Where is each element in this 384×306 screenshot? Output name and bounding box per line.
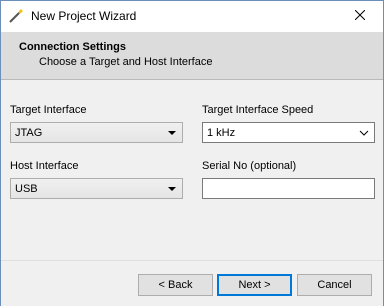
title-bar: New Project Wizard — [1, 1, 383, 32]
wand-icon — [8, 8, 24, 24]
header-title: Connection Settings — [19, 41, 126, 53]
header-subtitle: Choose a Target and Host Interface — [39, 56, 213, 68]
target-interface-value: JTAG — [15, 127, 43, 139]
close-icon — [354, 9, 366, 23]
host-interface-label: Host Interface — [10, 160, 79, 172]
dropdown-arrow-icon — [168, 187, 176, 191]
dropdown-arrow-icon — [168, 131, 176, 135]
window-title: New Project Wizard — [31, 9, 137, 23]
host-interface-value: USB — [15, 183, 38, 195]
host-interface-select[interactable]: USB — [10, 178, 183, 199]
cancel-button[interactable]: Cancel — [297, 274, 372, 296]
serial-no-label: Serial No (optional) — [202, 160, 297, 172]
target-interface-speed-value: 1 kHz — [207, 127, 236, 139]
target-interface-label: Target Interface — [10, 104, 87, 116]
back-button[interactable]: < Back — [138, 274, 213, 296]
wizard-header: Connection Settings Choose a Target and … — [1, 32, 383, 80]
next-button[interactable]: Next > — [217, 274, 292, 296]
target-interface-speed-select[interactable]: 1 kHz — [202, 122, 375, 143]
chevron-down-icon — [359, 128, 369, 138]
wizard-window: New Project Wizard Connection Settings C… — [0, 0, 384, 306]
close-button[interactable] — [337, 1, 383, 32]
target-interface-select[interactable]: JTAG — [10, 122, 183, 143]
target-interface-speed-label: Target Interface Speed — [202, 104, 314, 116]
serial-no-input[interactable] — [202, 178, 375, 199]
